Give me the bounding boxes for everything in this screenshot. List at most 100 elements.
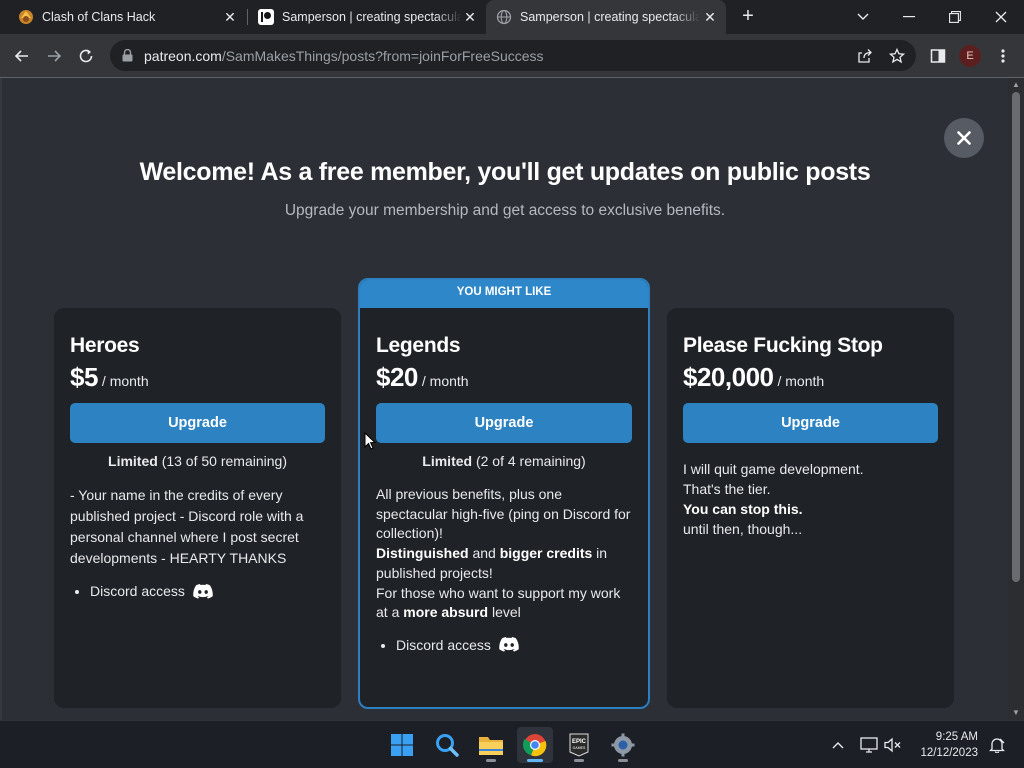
close-icon <box>957 131 971 145</box>
tab-title: Samperson | creating spectacular <box>282 10 462 24</box>
tier-card-heroes: Heroes $5 / month Upgrade Limited (13 of… <box>54 308 341 708</box>
emphasis-text: more absurd <box>403 604 489 621</box>
tab-samperson-patreon[interactable]: Samperson | creating spectacular ✕ <box>248 0 486 34</box>
minimize-icon[interactable] <box>886 0 932 34</box>
upgrade-button-heroes[interactable]: Upgrade <box>70 403 325 443</box>
limited-detail: (13 of 50 remaining) <box>161 453 287 469</box>
clash-of-clans-icon <box>18 9 34 25</box>
browser-toolbar: patreon.com/SamMakesThings/posts?from=jo… <box>0 34 1024 77</box>
emphasis-text: Distinguished <box>376 545 469 562</box>
tier-card-legends: YOU MIGHT LIKE Legends $20 / month Upgra… <box>358 278 650 709</box>
settings-icon[interactable] <box>605 727 641 763</box>
side-panel-icon[interactable] <box>924 42 952 70</box>
price-row: $20 / month <box>376 362 632 393</box>
description-line: For those who want to support my work at… <box>376 584 632 623</box>
tab-samperson-active[interactable]: Samperson | creating spectacular ✕ <box>486 0 726 34</box>
scroll-up-icon[interactable]: ▲ <box>1011 80 1021 90</box>
new-tab-plus-icon[interactable]: + <box>737 6 759 28</box>
tab-search-chevron-icon[interactable] <box>840 0 886 34</box>
featured-ribbon: YOU MIGHT LIKE <box>360 280 648 308</box>
price-row: $5 / month <box>70 362 325 393</box>
benefit-item: Discord access <box>90 583 325 599</box>
bookmark-star-icon[interactable] <box>888 47 906 65</box>
tier-name: Legends <box>376 334 461 357</box>
upgrade-button-legends[interactable]: Upgrade <box>376 403 632 443</box>
svg-text:GAMES: GAMES <box>573 746 586 750</box>
limited-availability: Limited (13 of 50 remaining) <box>70 453 325 469</box>
modal-headline: Welcome! As a free member, you'll get up… <box>139 158 871 186</box>
description-line: Distinguished and bigger credits in publ… <box>376 544 632 583</box>
address-bar[interactable]: patreon.com/SamMakesThings/posts?from=jo… <box>110 40 916 71</box>
window-close-icon[interactable] <box>978 0 1024 34</box>
description-line: All previous benefits, plus one spectacu… <box>376 486 631 542</box>
description-line-bold: You can stop this. <box>683 501 803 517</box>
tier-description: I will quit game development. That's the… <box>683 459 938 539</box>
app-running-indicator <box>618 759 628 762</box>
url-path: /SamMakesThings/posts?from=joinForFreeSu… <box>221 47 544 64</box>
app-running-indicator <box>574 759 584 762</box>
patreon-icon <box>258 9 274 25</box>
forward-arrow-icon[interactable] <box>40 42 68 70</box>
chrome-icon[interactable] <box>517 727 553 763</box>
page-viewport: Welcome! As a free member, you'll get up… <box>0 77 1024 720</box>
tray-chevron-up-icon[interactable] <box>829 736 847 754</box>
limited-label: Limited <box>108 453 158 469</box>
app-active-indicator <box>527 759 543 762</box>
network-icon[interactable] <box>860 736 878 754</box>
description-line: That's the tier. <box>683 481 771 497</box>
page-scrollbar[interactable]: ▲ ▼ <box>1008 78 1024 720</box>
back-arrow-icon[interactable] <box>8 42 36 70</box>
tier-price: $20 <box>376 362 418 392</box>
file-explorer-icon[interactable] <box>473 727 509 763</box>
kebab-menu-icon[interactable] <box>989 42 1017 70</box>
close-icon[interactable]: ✕ <box>462 9 478 25</box>
tier-card-please-stop: Please Fucking Stop $20,000 / month Upgr… <box>667 308 954 708</box>
limited-detail: (2 of 4 remaining) <box>475 453 586 469</box>
tier-name: Heroes <box>70 334 140 357</box>
benefit-label: Discord access <box>396 636 491 653</box>
windows-taskbar: EPIC GAMES 9:25 AM 12/12/2023 <box>0 720 1024 768</box>
volume-muted-icon[interactable] <box>884 736 902 754</box>
notifications-bell-icon[interactable] <box>988 736 1006 754</box>
system-clock[interactable]: 9:25 AM 12/12/2023 <box>908 729 978 761</box>
benefit-label: Discord access <box>90 583 185 599</box>
lock-icon <box>122 49 136 62</box>
benefit-item: Discord access <box>396 637 632 653</box>
price-row: $20,000 / month <box>683 362 938 393</box>
description-line: I will quit game development. <box>683 461 864 477</box>
epic-games-icon[interactable]: EPIC GAMES <box>561 727 597 763</box>
tab-clash-of-clans-hack[interactable]: Clash of Clans Hack ✕ <box>8 0 246 34</box>
plain-text: level <box>488 604 521 621</box>
price-period: / month <box>777 373 825 389</box>
tier-description: - Your name in the credits of every publ… <box>70 487 304 566</box>
limited-availability: Limited (2 of 4 remaining) <box>376 453 632 469</box>
tab-title: Clash of Clans Hack <box>42 10 156 24</box>
close-icon[interactable]: ✕ <box>222 9 238 25</box>
tier-name: Please Fucking Stop <box>683 334 883 357</box>
benefit-list: Discord access <box>70 583 325 599</box>
restore-icon[interactable] <box>932 0 978 34</box>
profile-avatar[interactable]: E <box>959 45 981 67</box>
clock-date: 12/12/2023 <box>920 747 978 759</box>
price-period: / month <box>101 373 149 389</box>
mouse-cursor-icon <box>364 432 376 450</box>
discord-icon <box>499 637 519 653</box>
search-app-icon[interactable] <box>429 727 465 763</box>
reload-icon[interactable] <box>72 42 100 70</box>
app-running-indicator <box>486 759 496 762</box>
scrollbar-thumb[interactable] <box>1012 92 1020 582</box>
windows-start-icon[interactable] <box>384 727 420 763</box>
globe-icon <box>496 9 512 25</box>
emphasis-text: bigger credits <box>499 545 593 562</box>
tier-price: $20,000 <box>683 362 774 392</box>
tab-title: Samperson | creating spectacular <box>520 10 700 24</box>
clock-time: 9:25 AM <box>935 731 978 743</box>
welcome-modal: Welcome! As a free member, you'll get up… <box>2 78 1008 720</box>
upgrade-button-please-stop[interactable]: Upgrade <box>683 403 938 443</box>
svg-text:EPIC: EPIC <box>572 739 587 745</box>
scroll-down-icon[interactable]: ▼ <box>1011 708 1021 718</box>
modal-close-button[interactable] <box>944 118 984 158</box>
close-icon[interactable]: ✕ <box>702 9 718 25</box>
share-icon[interactable] <box>856 47 874 65</box>
tab-strip: Clash of Clans Hack ✕ Samperson | creati… <box>0 0 1024 34</box>
